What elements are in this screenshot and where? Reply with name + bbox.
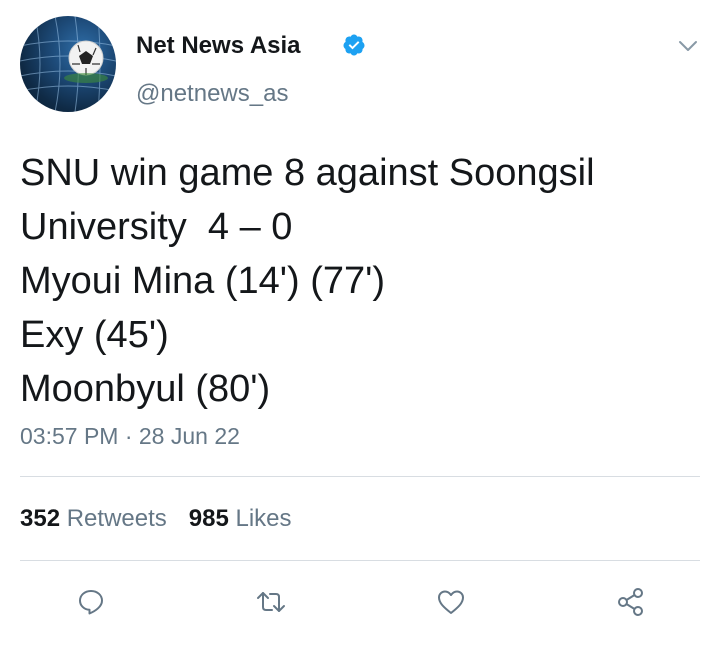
soccer-ball-icon	[20, 16, 116, 112]
reply-button[interactable]	[71, 582, 111, 622]
retweet-icon	[257, 592, 285, 612]
like-icon	[438, 590, 464, 614]
like-button[interactable]	[431, 582, 471, 622]
tweet-stats: 352 Retweets 985 Likes	[20, 505, 292, 533]
chevron-down-icon[interactable]	[676, 36, 700, 56]
retweets-count: 352	[20, 505, 61, 532]
tweet-line: Exy (45')	[20, 314, 169, 356]
tweet-line: Moonbyul (80')	[20, 368, 271, 410]
retweets-label: Retweets	[66, 505, 167, 532]
likes-count: 985	[188, 505, 229, 532]
author-handle[interactable]: @netnews_as	[136, 80, 288, 108]
divider	[20, 560, 700, 561]
share-button[interactable]	[611, 582, 651, 622]
tweet-text: SNU win game 8 against Soongsil Universi…	[20, 146, 710, 416]
retweet-button[interactable]	[251, 582, 291, 622]
author-name[interactable]: Net News Asia	[136, 32, 301, 60]
verified-badge-icon	[343, 34, 365, 56]
reply-icon	[79, 590, 103, 615]
retweets-stat[interactable]: 352 Retweets	[20, 505, 167, 532]
tweet-line: Myoui Mina (14') (77')	[20, 260, 386, 302]
tweet-line: SNU win game 8 against Soongsil	[20, 152, 595, 194]
share-icon	[618, 588, 643, 616]
likes-stat[interactable]: 985 Likes	[189, 505, 292, 532]
divider	[20, 476, 700, 477]
avatar[interactable]	[20, 16, 116, 112]
likes-label: Likes	[235, 505, 292, 532]
tweet-timestamp[interactable]: 03:57 PM · 28 Jun 22	[20, 423, 240, 450]
tweet-line: University 4 – 0	[20, 206, 293, 248]
